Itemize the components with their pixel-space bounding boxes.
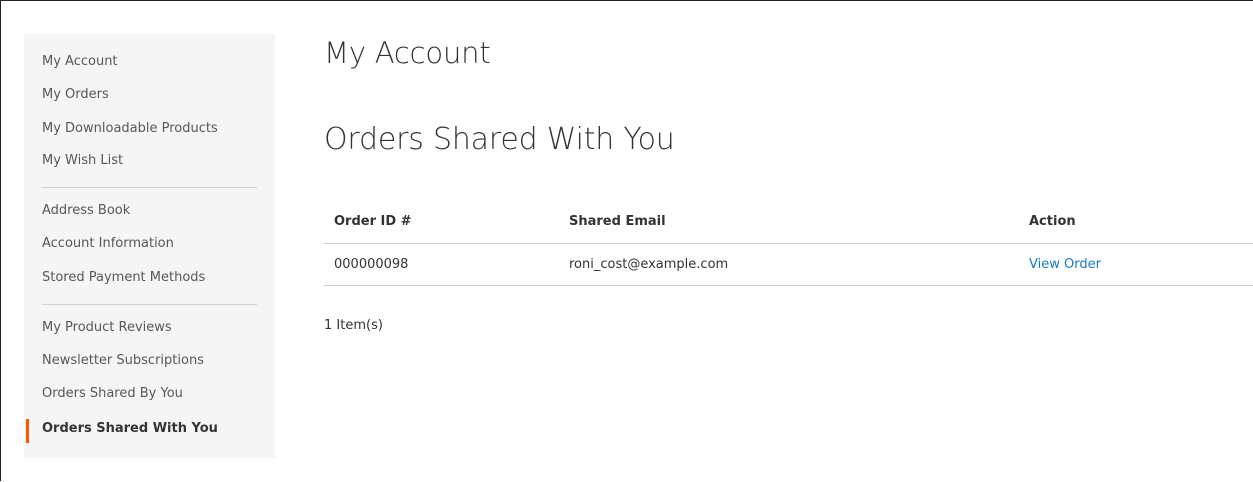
sidebar-divider	[42, 304, 257, 305]
sidebar-item-my-downloadable-products[interactable]: My Downloadable Products	[42, 120, 218, 138]
column-header-action: Action	[1029, 214, 1076, 229]
page-title: My Account	[324, 36, 491, 70]
view-order-link[interactable]: View Order	[1029, 256, 1101, 274]
sidebar-item-my-account[interactable]: My Account	[42, 53, 118, 71]
sidebar-item-my-orders[interactable]: My Orders	[42, 86, 109, 104]
active-item-indicator	[26, 419, 29, 443]
sidebar-item-newsletter-subscriptions[interactable]: Newsletter Subscriptions	[42, 352, 204, 370]
section-title: Orders Shared With You	[324, 122, 675, 157]
order-id-cell: 000000098	[334, 257, 409, 272]
column-header-order-id: Order ID #	[334, 214, 412, 229]
table-header-divider	[324, 243, 1253, 244]
shared-email-cell: roni_cost@example.com	[569, 257, 729, 272]
sidebar-item-address-book[interactable]: Address Book	[42, 202, 130, 220]
sidebar-item-orders-shared-by-you[interactable]: Orders Shared By You	[42, 385, 183, 403]
sidebar-item-account-information[interactable]: Account Information	[42, 235, 174, 253]
sidebar-item-stored-payment-methods[interactable]: Stored Payment Methods	[42, 269, 205, 287]
account-sidebar-nav: My Account My Orders My Downloadable Pro…	[24, 34, 275, 458]
sidebar-item-orders-shared-with-you[interactable]: Orders Shared With You	[42, 420, 218, 438]
sidebar-item-my-product-reviews[interactable]: My Product Reviews	[42, 319, 172, 337]
page-frame: My Account My Orders My Downloadable Pro…	[0, 0, 1253, 481]
sidebar-item-my-wish-list[interactable]: My Wish List	[42, 152, 123, 170]
column-header-shared-email: Shared Email	[569, 214, 666, 229]
sidebar-divider	[42, 187, 257, 188]
item-count: 1 Item(s)	[324, 318, 383, 333]
main-content: My Account Orders Shared With You Order …	[324, 1, 1253, 482]
table-row-divider	[324, 285, 1253, 286]
